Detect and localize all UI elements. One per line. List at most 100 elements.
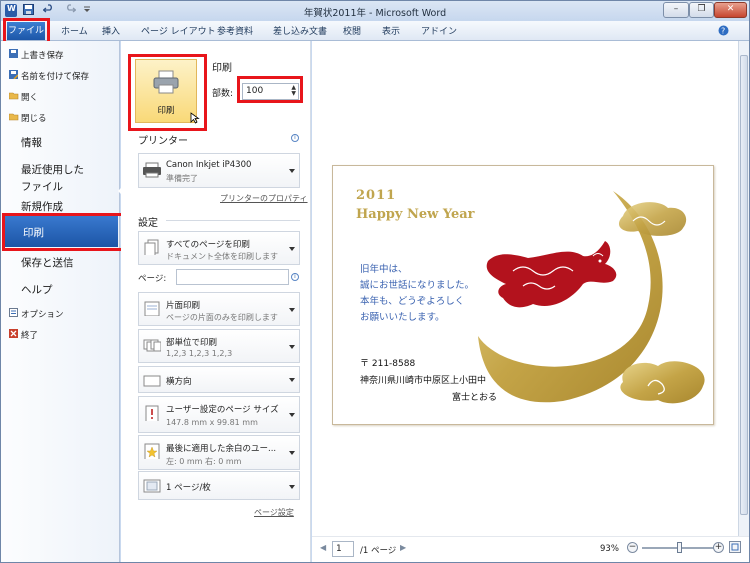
menu-item-new[interactable]: 新規作成 xyxy=(21,199,63,214)
pages-per-sheet-icon xyxy=(143,479,161,493)
address-line: 神奈川県川崎市中原区上小田中 xyxy=(360,376,487,386)
backstage-menu: 上書き保存 名前を付けて保存 開く 閉じる 情報 最近使用した ファイル 新規作… xyxy=(1,41,120,562)
margins-star-icon xyxy=(144,443,160,459)
settings-divider xyxy=(166,220,300,221)
chevron-down-icon xyxy=(289,451,295,455)
menu-item-save-as-label: 名前を付けて保存 xyxy=(21,72,90,82)
print-menu-highlight xyxy=(2,213,124,251)
chevron-down-icon xyxy=(289,413,295,417)
folder-close-icon xyxy=(8,112,19,121)
printer-info-icon[interactable]: i xyxy=(291,134,299,142)
copies-highlight xyxy=(237,76,303,103)
minimize-button[interactable]: – xyxy=(663,2,689,18)
menu-item-save-send[interactable]: 保存と送信 xyxy=(21,255,74,270)
current-page: 1 xyxy=(336,544,342,554)
collate-sub: 1,2,3 1,2,3 1,2,3 xyxy=(166,349,233,358)
chevron-down-icon xyxy=(289,169,295,173)
pages-info-icon[interactable]: i xyxy=(291,273,299,281)
menu-item-help[interactable]: ヘルプ xyxy=(21,282,53,297)
word-window: W 年賀状2011年 - Microsoft Word – ❐ ✕ ファイル ホ… xyxy=(0,0,750,563)
scrollbar-thumb[interactable] xyxy=(740,55,748,515)
preview-greeting: Happy New Year xyxy=(356,207,475,222)
zoom-in-button[interactable]: + xyxy=(713,542,724,553)
page-size-sub: 147.8 mm x 99.81 mm xyxy=(166,418,258,427)
zoom-out-button[interactable]: − xyxy=(627,542,638,553)
menu-item-save[interactable]: 上書き保存 xyxy=(9,49,64,61)
message-line-3: 本年も、どうぞよろしく xyxy=(360,296,465,307)
print-heading: 印刷 xyxy=(212,63,232,74)
crescent-rabbit-illustration xyxy=(478,191,705,404)
tab-review[interactable]: 校閲 xyxy=(343,24,361,37)
printer-name: Canon Inkjet iP4300 xyxy=(166,160,252,170)
page-size-icon xyxy=(145,405,159,421)
menu-item-options-label: オプション xyxy=(21,310,64,320)
page-number-input[interactable]: 1 xyxy=(332,541,354,557)
next-page-icon[interactable]: ▶ xyxy=(400,543,406,552)
printer-properties-link[interactable]: プリンターのプロパティ xyxy=(220,193,308,204)
menu-item-info[interactable]: 情報 xyxy=(21,135,42,150)
collate-main: 部単位で印刷 xyxy=(166,338,218,348)
page-size-dropdown[interactable]: ユーザー設定のページ サイズ 147.8 mm x 99.81 mm xyxy=(138,396,300,433)
collate-dropdown[interactable]: 部単位で印刷 1,2,3 1,2,3 1,2,3 xyxy=(138,329,300,363)
sides-sub: ページの片面のみを印刷します xyxy=(166,313,278,322)
menu-item-exit[interactable]: 終了 xyxy=(9,329,39,341)
menu-item-recent-line1: 最近使用した xyxy=(21,164,84,176)
tab-insert[interactable]: 挿入 xyxy=(102,24,120,37)
window-title: 年賀状2011年 - Microsoft Word xyxy=(303,8,447,19)
margins-dropdown[interactable]: 最後に適用した余白のユー... 左: 0 mm 右: 0 mm xyxy=(138,435,300,470)
menu-item-save-as[interactable]: 名前を付けて保存 xyxy=(9,70,90,82)
chevron-down-icon xyxy=(289,345,295,349)
menu-item-open[interactable]: 開く xyxy=(8,91,38,103)
help-icon[interactable]: ? xyxy=(718,25,729,36)
collate-icon xyxy=(143,339,161,352)
settings-heading: 設定 xyxy=(138,218,158,229)
close-button[interactable]: ✕ xyxy=(714,2,747,18)
tab-home[interactable]: ホーム xyxy=(61,24,88,37)
svg-text:?: ? xyxy=(721,27,725,36)
one-sided-icon xyxy=(144,301,160,316)
vertical-scrollbar[interactable] xyxy=(738,41,749,536)
print-button-highlight xyxy=(128,54,207,131)
pages-label: ページ: xyxy=(138,274,167,284)
menu-item-recent-line2: ファイル xyxy=(21,181,63,193)
copies-label: 部数: xyxy=(212,89,234,99)
zoom-slider[interactable] xyxy=(642,542,716,553)
menu-item-exit-label: 終了 xyxy=(21,331,39,341)
tab-addins[interactable]: アドイン xyxy=(421,24,457,37)
landscape-icon xyxy=(143,375,161,387)
print-range-main: すべてのページを印刷 xyxy=(166,240,250,250)
tab-page-layout[interactable]: ページ レイアウト xyxy=(141,24,216,37)
tab-view[interactable]: 表示 xyxy=(382,24,400,37)
menu-item-save-label: 上書き保存 xyxy=(21,51,64,61)
printer-device-icon xyxy=(143,162,161,178)
zoom-level: 93% xyxy=(600,544,619,554)
postal-code: 〒 211-8588 xyxy=(360,359,416,369)
tab-mailings[interactable]: 差し込み文書 xyxy=(273,24,327,37)
menu-item-recent[interactable]: 最近使用した ファイル xyxy=(21,162,84,194)
page-setup-link[interactable]: ページ設定 xyxy=(254,507,294,518)
ribbon-tabs: ファイル ホーム 挿入 ページ レイアウト 参考資料 差し込み文書 校閲 表示 … xyxy=(1,21,749,41)
printer-dropdown[interactable]: Canon Inkjet iP4300 準備完了 xyxy=(138,153,300,188)
print-range-sub: ドキュメント全体を印刷します xyxy=(166,252,278,261)
printer-heading: プリンター xyxy=(138,136,188,147)
margins-sub: 左: 0 mm 右: 0 mm xyxy=(166,457,242,466)
message-line-2: 誠にお世話になりました。 xyxy=(360,280,475,291)
zoom-to-page-icon[interactable] xyxy=(729,541,741,553)
pages-per-sheet-dropdown[interactable]: 1 ページ/枚 xyxy=(138,471,300,500)
chevron-down-icon xyxy=(289,308,295,312)
tab-references[interactable]: 参考資料 xyxy=(217,24,253,37)
prev-page-icon[interactable]: ◀ xyxy=(320,543,326,552)
total-pages: /1 ページ xyxy=(360,546,397,556)
print-preview: 2011 Happy New Year 旧年中は、 誠にお世話になりました。 本… xyxy=(312,41,738,536)
restore-button[interactable]: ❐ xyxy=(689,2,714,18)
sides-dropdown[interactable]: 片面印刷 ページの片面のみを印刷します xyxy=(138,292,300,326)
orientation-dropdown[interactable]: 横方向 xyxy=(138,366,300,393)
printer-status: 準備完了 xyxy=(166,174,198,183)
zoom-slider-thumb[interactable] xyxy=(677,542,683,553)
pages-input[interactable] xyxy=(176,269,289,285)
menu-item-options[interactable]: オプション xyxy=(9,308,64,320)
print-range-dropdown[interactable]: すべてのページを印刷 ドキュメント全体を印刷します xyxy=(138,231,300,265)
pages-per-sheet-main: 1 ページ/枚 xyxy=(166,483,211,493)
menu-item-close[interactable]: 閉じる xyxy=(8,112,47,124)
page-size-main: ユーザー設定のページ サイズ xyxy=(166,405,279,415)
